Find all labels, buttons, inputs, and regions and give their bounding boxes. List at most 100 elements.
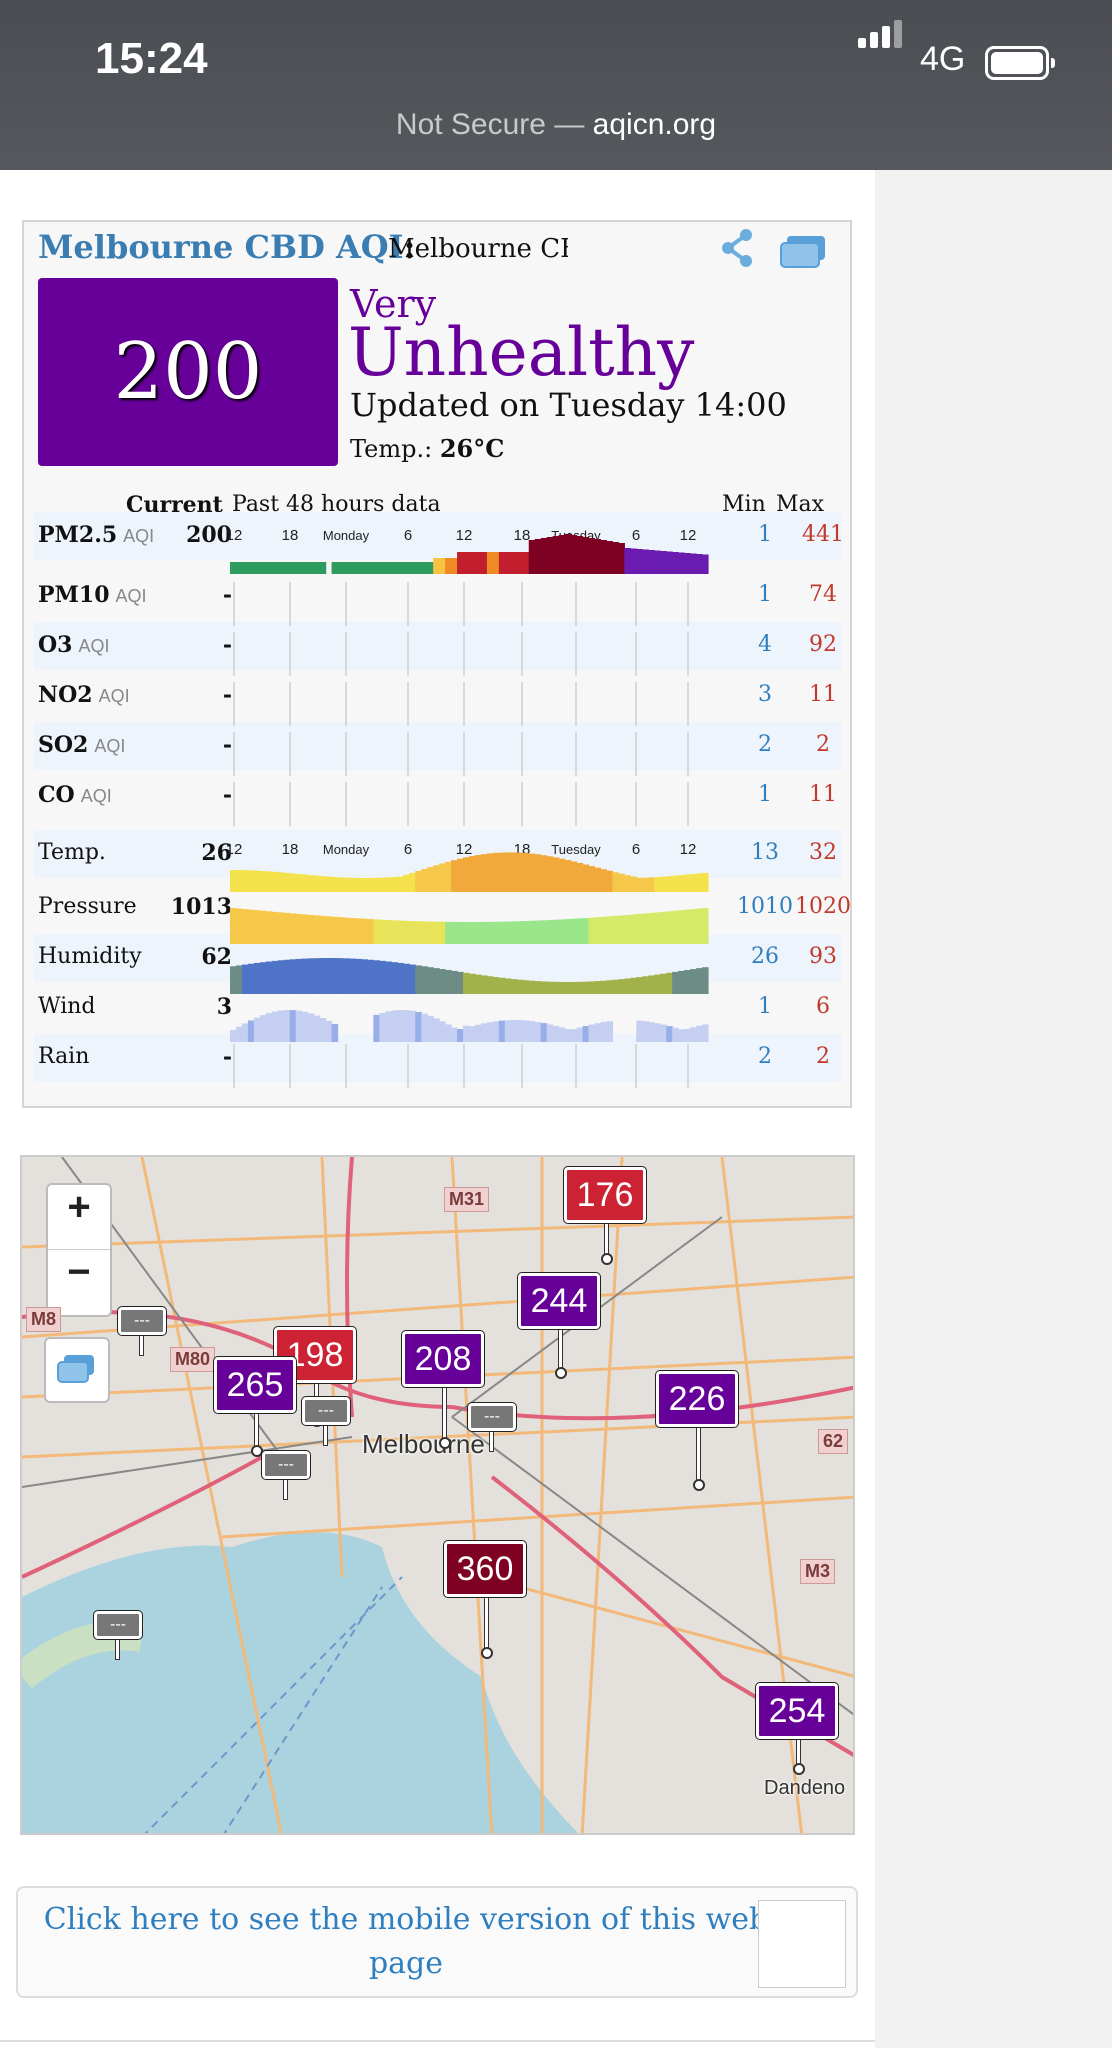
- humidity-bar: [552, 981, 560, 994]
- pm25-bar: [630, 548, 637, 574]
- wind-bar: [259, 1015, 267, 1042]
- url-bar[interactable]: Not Secure — aqicn.org: [0, 108, 1112, 142]
- wind-bar: [690, 1027, 697, 1042]
- humidity-bar: [684, 970, 691, 994]
- pressure-bar: [289, 913, 297, 944]
- humidity-bar: [271, 960, 279, 994]
- wind-bar: [433, 1018, 440, 1042]
- pm25-bar: [576, 536, 584, 574]
- humidity-bar: [666, 972, 673, 994]
- pressure-bar: [439, 921, 446, 944]
- inactive-station-marker[interactable]: ---: [117, 1306, 167, 1336]
- road-label: 62: [818, 1429, 849, 1454]
- wind-bar: [534, 1022, 542, 1042]
- humidity-bar: [349, 958, 357, 994]
- temp-bar: [325, 876, 333, 892]
- zoom-control: + −: [46, 1183, 112, 1317]
- humidity-bar: [588, 981, 596, 994]
- pressure-bar: [612, 915, 619, 944]
- humidity-bar: [283, 959, 291, 994]
- humidity-bar: [277, 960, 285, 994]
- temp-bar: [373, 877, 380, 892]
- wind-bar: [403, 1010, 410, 1042]
- layers-icon: [57, 1355, 94, 1383]
- pm25-bar: [666, 551, 673, 574]
- temp-bar: [427, 867, 434, 892]
- mobile-version-link[interactable]: Click here to see the mobile version of …: [26, 1898, 786, 1986]
- station-map[interactable]: + − Melbourne Dandeno M31 M8 M80 62 M3 1…: [20, 1155, 855, 1835]
- humidity-bar: [510, 979, 518, 994]
- inactive-station-marker[interactable]: ---: [93, 1610, 143, 1640]
- humidity-bar: [259, 962, 267, 994]
- wind-bar: [409, 1010, 416, 1042]
- wind-bar: [457, 1028, 464, 1042]
- temp-bar: [319, 876, 327, 892]
- temp-bar: [277, 872, 285, 892]
- pressure-bar: [660, 911, 667, 944]
- marker-pin: [115, 1638, 120, 1660]
- pm25-bar: [600, 540, 608, 574]
- wind-bar: [319, 1018, 327, 1042]
- pressure-bar: [247, 909, 255, 944]
- aqi-station-marker[interactable]: 360: [443, 1540, 527, 1598]
- time-tick-label: 12: [456, 527, 473, 544]
- inactive-station-marker[interactable]: ---: [301, 1396, 351, 1426]
- humidity-bar: [463, 972, 470, 994]
- humidity-bar: [397, 962, 404, 994]
- humidity-bar: [528, 980, 536, 994]
- zoom-in-button[interactable]: +: [48, 1185, 110, 1249]
- wind-bar: [540, 1023, 548, 1042]
- pm25-bar: [702, 554, 709, 574]
- wind-bar: [474, 1024, 482, 1042]
- aqi-station-marker[interactable]: 254: [755, 1682, 839, 1740]
- humidity-bar: [415, 965, 422, 994]
- temp-bar: [600, 869, 608, 892]
- humidity-bar: [576, 981, 584, 994]
- temp-bar: [409, 872, 416, 892]
- humidity-bar: [624, 978, 631, 994]
- mobile-version-banner[interactable]: Click here to see the mobile version of …: [16, 1886, 858, 1998]
- zoom-out-button[interactable]: −: [48, 1249, 110, 1314]
- temp-bar: [397, 876, 404, 892]
- humidity-bar: [319, 958, 327, 994]
- pm25-bar: [457, 552, 464, 574]
- inactive-station-marker[interactable]: ---: [467, 1402, 517, 1432]
- pm25-bar: [265, 562, 273, 574]
- humidity-bar: [367, 959, 374, 994]
- pressure-bar: [337, 917, 345, 944]
- pm25-bar: [564, 534, 572, 574]
- humidity-bar: [361, 959, 369, 994]
- pm25-bar: [570, 535, 578, 574]
- pressure-bar: [702, 908, 709, 944]
- temp-bar: [385, 877, 392, 892]
- wind-bar: [265, 1013, 273, 1042]
- wind-bar: [588, 1024, 596, 1042]
- pm25-bar: [379, 562, 386, 574]
- aqi-station-marker[interactable]: 226: [655, 1370, 739, 1428]
- map-layers-button[interactable]: [44, 1337, 110, 1403]
- marker-pin: [139, 1334, 144, 1356]
- aqi-station-marker[interactable]: 208: [401, 1330, 485, 1388]
- humidity-bar: [421, 966, 428, 994]
- history-charts: 1218Monday61218Tuesday6121218Monday61218…: [226, 527, 709, 1088]
- pm25-bar: [445, 558, 452, 574]
- temp-bar: [247, 870, 255, 892]
- pm25-bar: [636, 549, 643, 574]
- temp-bar: [259, 870, 267, 892]
- pressure-bar: [510, 921, 518, 944]
- humidity-bar: [672, 971, 679, 994]
- temp-bar: [451, 860, 458, 892]
- aqi-station-marker[interactable]: 176: [563, 1166, 647, 1224]
- aqi-station-marker[interactable]: 265: [213, 1356, 297, 1414]
- inactive-station-marker[interactable]: ---: [261, 1450, 311, 1480]
- humidity-bar: [230, 966, 237, 994]
- pm25-bar: [606, 541, 613, 574]
- pressure-bar: [451, 921, 458, 944]
- pm25-bar: [504, 552, 512, 574]
- pressure-bar: [600, 916, 608, 944]
- aqi-station-marker[interactable]: 244: [517, 1272, 601, 1330]
- pressure-bar: [409, 921, 416, 944]
- humidity-bar: [379, 960, 386, 994]
- wind-bar: [672, 1027, 679, 1042]
- pm25-bar: [678, 552, 685, 574]
